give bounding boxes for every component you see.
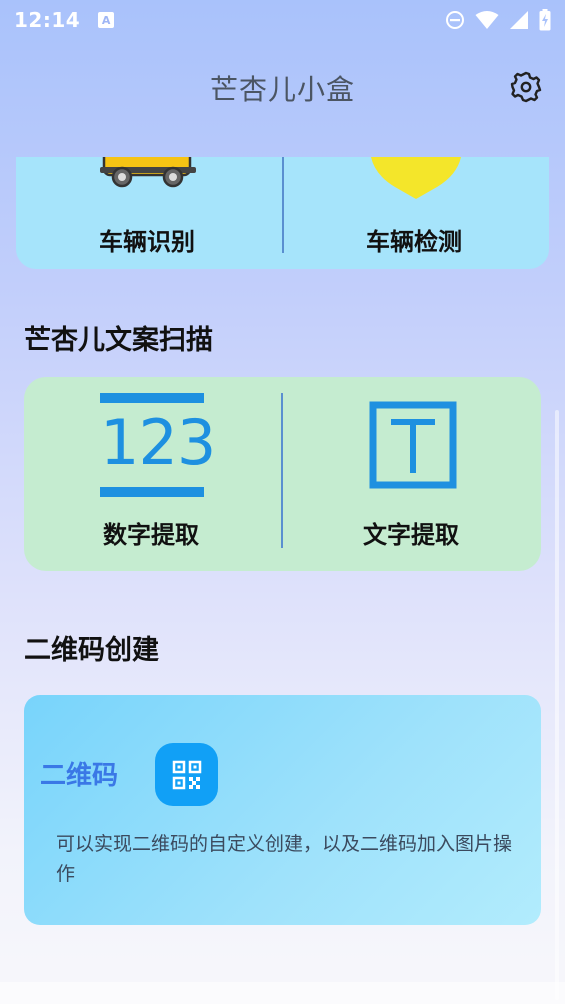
- heart-icon: [371, 157, 461, 199]
- status-bar: 12:14 A: [0, 0, 565, 40]
- vehicle-recognition-label: 车辆识别: [99, 228, 195, 256]
- scan-section-title: 芒杏儿文案扫描: [24, 325, 213, 356]
- car-icon: [100, 157, 196, 188]
- text-extract-item[interactable]: 文字提取: [283, 377, 541, 571]
- icon-123-text: 123: [100, 406, 216, 479]
- numbers-123-icon: 123: [100, 393, 216, 497]
- bottom-fade: [0, 982, 565, 1004]
- qr-code-icon: [172, 760, 201, 789]
- icon-bar-bottom: [100, 487, 204, 497]
- scrollbar[interactable]: [555, 410, 559, 1000]
- signal-icon: [510, 11, 528, 29]
- dnd-icon: [446, 11, 464, 29]
- wifi-icon: [475, 11, 499, 29]
- notification-badge-icon: A: [98, 12, 115, 28]
- vehicle-card: 车辆识别 车辆检测: [16, 157, 549, 269]
- icon-bar-top: [100, 393, 204, 403]
- text-extract-label: 文字提取: [363, 521, 459, 549]
- app-bar: 芒杏儿小盒: [0, 40, 565, 136]
- vehicle-detection-item[interactable]: 车辆检测: [284, 157, 549, 269]
- app-title: 芒杏儿小盒: [209, 73, 355, 106]
- qr-card-title: 二维码: [40, 761, 119, 791]
- vehicle-recognition-item[interactable]: 车辆识别: [16, 157, 282, 269]
- qr-code-button[interactable]: [155, 743, 218, 806]
- status-icons: [445, 9, 551, 31]
- number-extract-label: 数字提取: [103, 521, 199, 549]
- text-t-icon: [369, 401, 457, 489]
- vehicle-detection-label: 车辆检测: [366, 228, 462, 256]
- scan-card: 123 数字提取 文字提取: [24, 377, 541, 571]
- gear-icon[interactable]: [509, 70, 543, 104]
- number-extract-item[interactable]: 123 数字提取: [24, 377, 281, 571]
- qr-card-description: 可以实现二维码的自定义创建，以及二维码加入图片操作: [56, 833, 513, 885]
- qr-section-title: 二维码创建: [24, 635, 159, 666]
- qr-create-card[interactable]: 二维码 可以实现二维码的自定义创建，以及二维码加入图片操作: [24, 695, 541, 925]
- battery-charging-icon: [539, 9, 551, 31]
- status-time: 12:14: [14, 8, 81, 32]
